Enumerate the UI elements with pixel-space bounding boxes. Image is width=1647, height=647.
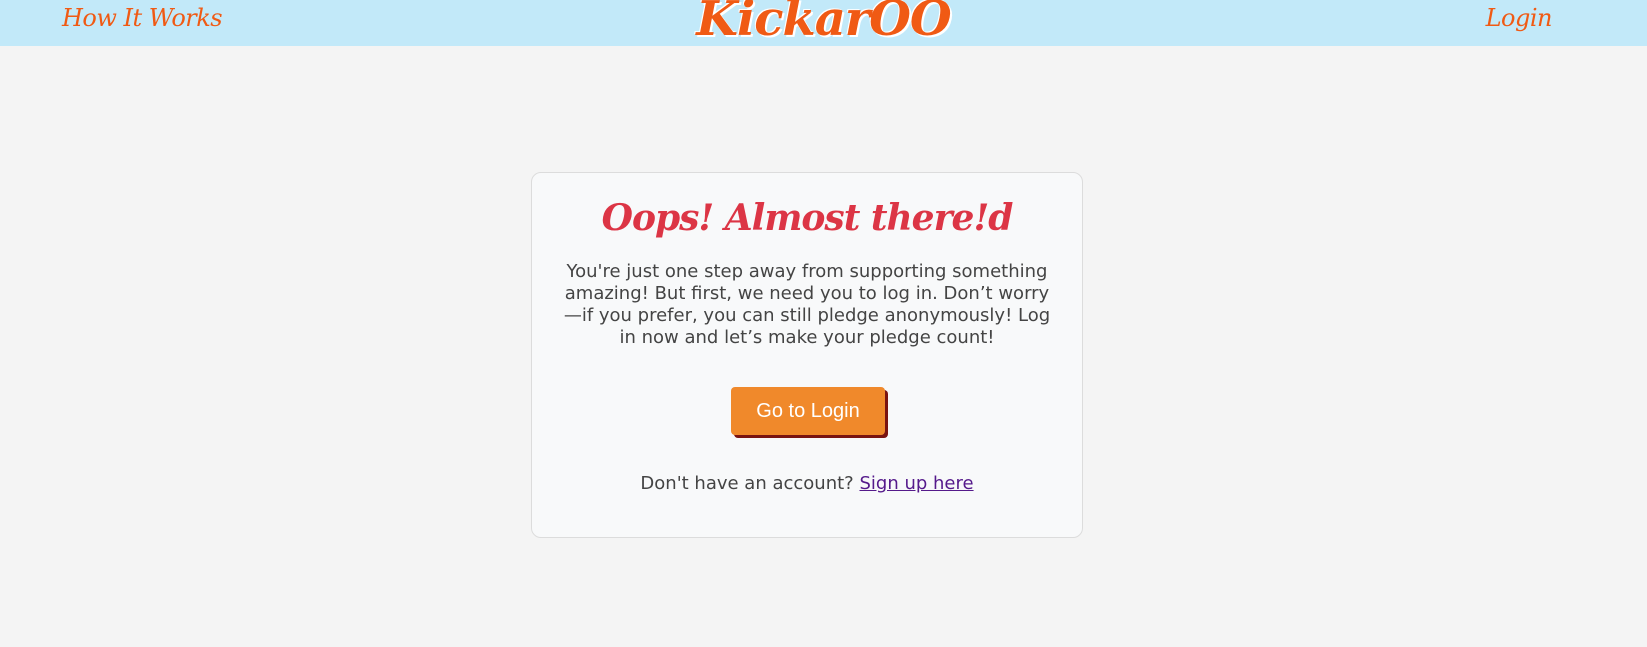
- signup-prompt: Don't have an account?: [640, 473, 854, 494]
- brand-logo[interactable]: KickarOO: [0, 0, 1647, 49]
- top-navbar: How It Works KickarOO Login: [0, 0, 1647, 49]
- sign-up-link[interactable]: Sign up here: [859, 473, 973, 494]
- login-required-card: Oops! Almost there!d You're just one ste…: [531, 172, 1083, 538]
- go-to-login-button[interactable]: Go to Login: [731, 387, 885, 435]
- signup-line: Don't have an account? Sign up here: [532, 473, 1082, 494]
- login-nav-link[interactable]: Login: [1486, 4, 1553, 32]
- card-title: Oops! Almost there!d: [601, 197, 1014, 239]
- card-message: You're just one step away from supportin…: [563, 261, 1051, 348]
